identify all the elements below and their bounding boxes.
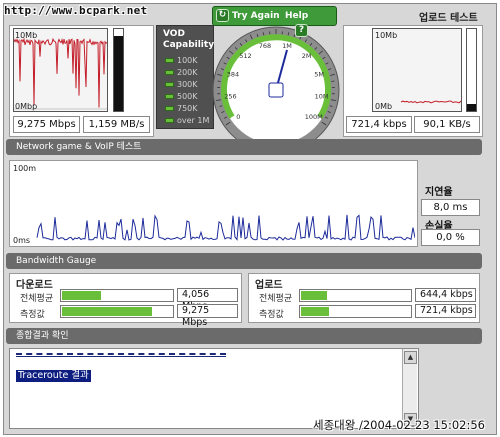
upload-test-title: 업로드 테스트 [419,13,478,24]
vod-led-icon [165,70,174,75]
vod-led-icon [165,94,174,99]
help-label: Help [285,11,309,21]
gauge-scale-label: 100M [305,113,323,121]
vod-led-icon [165,58,174,63]
bandwidth-section-header: Bandwidth Gauge [6,253,482,269]
vod-item-label: 100K [177,56,198,65]
timestamp-watermark: 세종대왕 /2004-02-23 15:02:56 [313,418,485,432]
refresh-icon: ↻ [216,9,229,22]
vod-item-label: 300K [177,80,198,89]
latency-label: 지연율 [425,187,453,198]
upload-measured-fill [301,307,329,316]
upload-measured-label: 측정값 [259,310,284,320]
vod-item-label: 200K [177,68,198,77]
vod-item-label: 500K [177,92,198,101]
gauge-header: ↻ Try Again Help ? [212,6,337,37]
upload-measured-value: 721,4 kbps [415,304,476,318]
vod-item: 750K [165,104,198,114]
download-level-fill [114,35,123,111]
question-icon: ? [295,24,308,37]
upload-avg-value: 644,4 kbps [415,288,476,302]
vod-title-line2: Capability [163,40,215,50]
vod-item-label: 750K [177,104,198,113]
download-measured-value: 9,275 Mbps [177,304,238,328]
result-separator-line [16,353,226,357]
vod-capability-panel: VOD Capability 100K 200K 300K 500K 750K … [156,25,214,129]
upload-avg-fill [301,291,327,300]
site-watermark: http://www.bcpark.net [4,4,148,17]
result-section-header: 종합결과 확인 [6,328,482,344]
vod-title: VOD Capability [163,29,214,51]
download-bandwidth-title: 다운로드 [16,280,53,291]
gauge-scale-label: 768 [259,42,271,50]
speed-gauge: 0 256 384 512 768 1M 2M 5M 10M 100M [212,26,340,154]
download-avg-fill [62,291,102,300]
vod-item: 200K [165,68,198,78]
vod-item: 500K [165,92,198,102]
latency-value: 8,0 ms [421,199,480,216]
gauge-scale-label: 5M [314,70,324,78]
try-again-label: Try Again [232,11,280,21]
loss-value: 0,0 % [421,229,480,246]
gauge-scale-label: 384 [227,70,239,78]
download-graph [13,28,108,112]
try-again-button[interactable]: ↻ Try Again [216,9,280,24]
vod-led-icon [165,106,174,111]
upload-graph [372,28,462,112]
help-button[interactable]: Help ? [285,9,336,37]
upload-level-fill [467,103,476,111]
gauge-scale-label: 1M [282,42,292,50]
vod-item: over 1M [165,116,209,126]
download-speed-bytes: 1,159 MB/s [83,116,150,133]
gauge-scale-label: 0 [236,113,240,121]
gauge-scale-label: 10M [315,92,329,100]
download-measured-bar [60,305,174,318]
download-measured-label: 측정값 [20,310,45,320]
upload-measured-bar [299,305,412,318]
latency-graph-y-top: 100m [13,164,37,173]
download-level-meter [113,28,124,112]
download-trace [14,37,107,108]
download-graph-y-bottom: 0Mbp [15,102,38,111]
upload-graph-y-top: 10Mb [375,31,398,40]
gauge-scale-label: 2M [302,52,312,60]
upload-trace [400,100,461,104]
gauge-hub [268,82,284,98]
gauge-scale-label: 512 [239,52,251,60]
download-measured-fill [62,307,152,316]
gauge-tick [331,80,335,82]
upload-speed-bps: 721,4 kbps [346,116,412,133]
download-speed-bps: 9,275 Mbps [13,116,80,133]
scroll-up-arrow-icon[interactable]: ▲ [404,351,417,364]
latency-graph [36,214,415,241]
upload-graph-y-bottom: 0Mb [375,102,393,111]
download-graph-y-top: 10Mb [15,31,38,40]
upload-speed-bytes: 90,1 KB/s [414,116,480,133]
network-latency-panel: 100m 0ms [9,160,418,247]
vod-led-icon [165,82,174,87]
download-avg-bar [60,289,174,302]
gauge-tick [217,80,221,82]
vod-led-icon [165,118,174,123]
latency-trace [36,214,415,241]
upload-bandwidth-box: 업로드 전체평균 644,4 kbps 측정값 721,4 kbps [248,273,480,323]
upload-avg-bar [299,289,412,302]
vod-item: 100K [165,56,198,66]
download-avg-value: 4,056 Mbps [177,288,238,312]
network-section-header: Network game & VoIP 테스트 [6,139,482,155]
gauge-scale-label: 256 [224,92,236,100]
download-avg-label: 전체평균 [20,294,54,304]
upload-bandwidth-title: 업로드 [255,280,283,291]
latency-graph-y-bottom: 0ms [13,236,31,245]
upload-avg-label: 전체평균 [259,294,293,304]
traceroute-result-text[interactable]: Traceroute 결과 [16,370,91,382]
download-bandwidth-box: 다운로드 전체평균 4,056 Mbps 측정값 9,275 Mbps [9,273,242,328]
upload-level-meter [466,28,477,112]
vod-item-label: over 1M [177,116,210,125]
vod-item: 300K [165,80,198,90]
vod-title-line1: VOD [163,29,185,39]
